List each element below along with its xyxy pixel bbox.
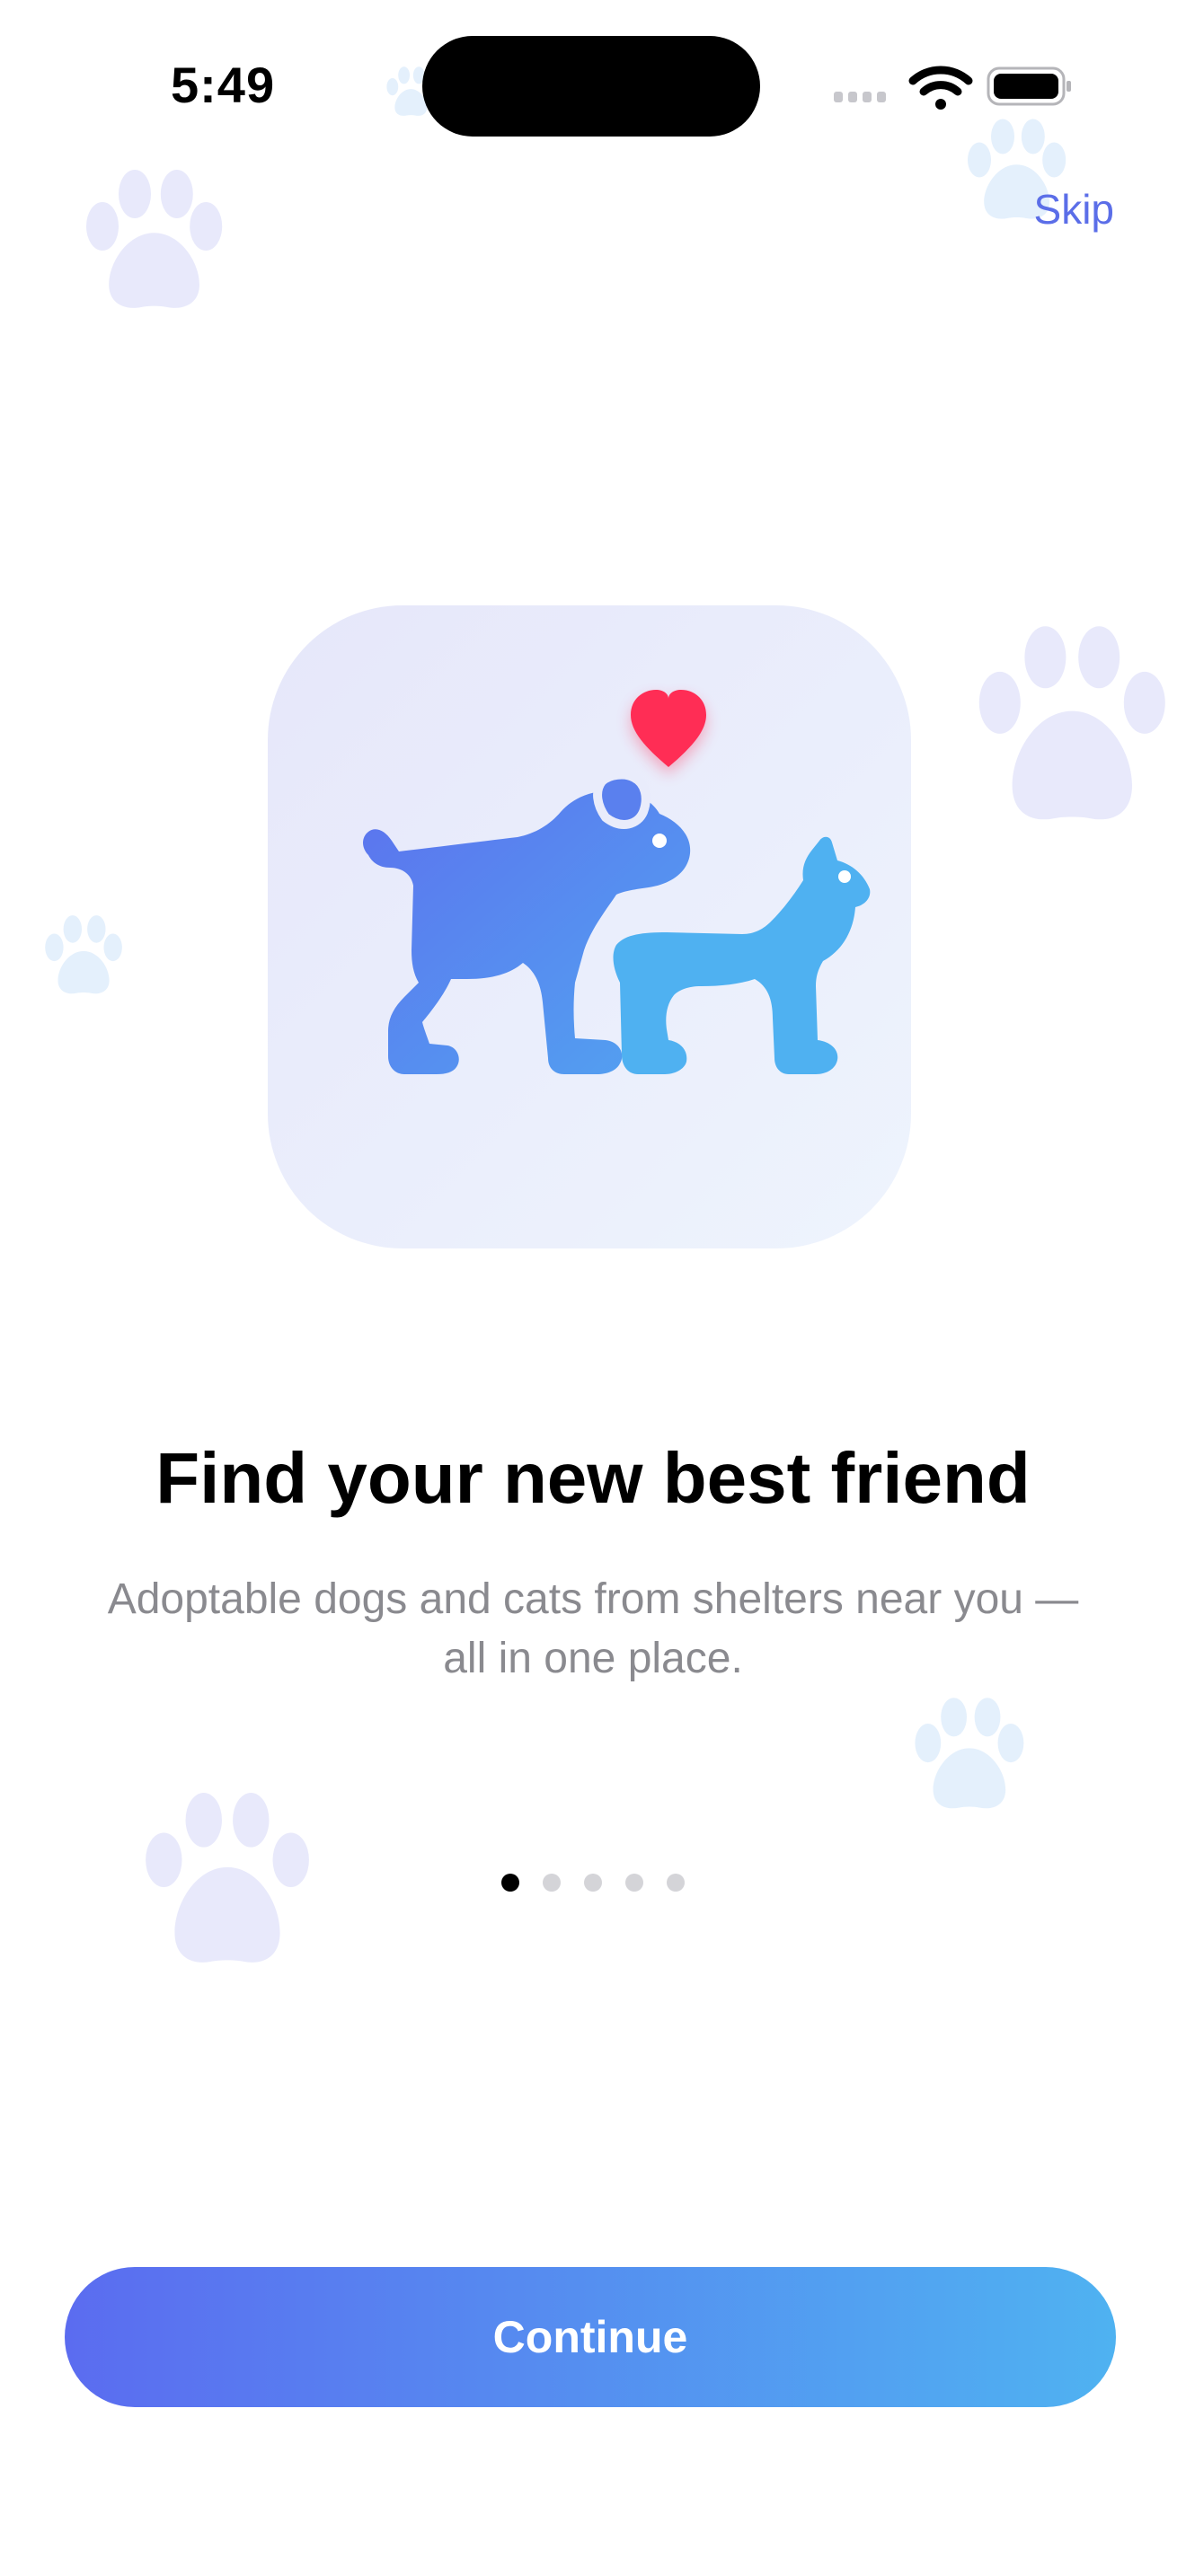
continue-button[interactable]: Continue bbox=[65, 2267, 1116, 2407]
page-indicator[interactable] bbox=[0, 1874, 1186, 1895]
page-dot[interactable] bbox=[584, 1874, 602, 1892]
wifi-icon bbox=[908, 66, 973, 110]
status-icons bbox=[834, 66, 1071, 110]
paw-print-icon bbox=[915, 1698, 1024, 1809]
page-dot[interactable] bbox=[543, 1874, 561, 1892]
paw-print-icon bbox=[978, 626, 1165, 820]
page-dot-active[interactable] bbox=[501, 1874, 519, 1892]
onboarding-title: Find your new best friend bbox=[155, 1438, 1031, 1518]
dog-and-cat-icon bbox=[363, 690, 871, 1074]
heart-icon bbox=[631, 690, 706, 774]
page-dot[interactable] bbox=[667, 1874, 685, 1892]
hero-illustration bbox=[268, 605, 911, 1248]
battery-icon bbox=[987, 66, 1071, 106]
page-dot[interactable] bbox=[625, 1874, 643, 1892]
cellular-signal-icon bbox=[834, 92, 886, 102]
skip-button[interactable]: Skip bbox=[1034, 185, 1114, 234]
onboarding-screen: 5:49 Skip Find your new best friend Adop… bbox=[0, 0, 1186, 2576]
paw-print-icon bbox=[86, 170, 223, 308]
paw-print-icon bbox=[45, 915, 122, 994]
status-time: 5:49 bbox=[171, 57, 276, 113]
onboarding-subtitle: Adoptable dogs and cats from shelters ne… bbox=[107, 1575, 1079, 1682]
dynamic-island bbox=[422, 36, 760, 137]
